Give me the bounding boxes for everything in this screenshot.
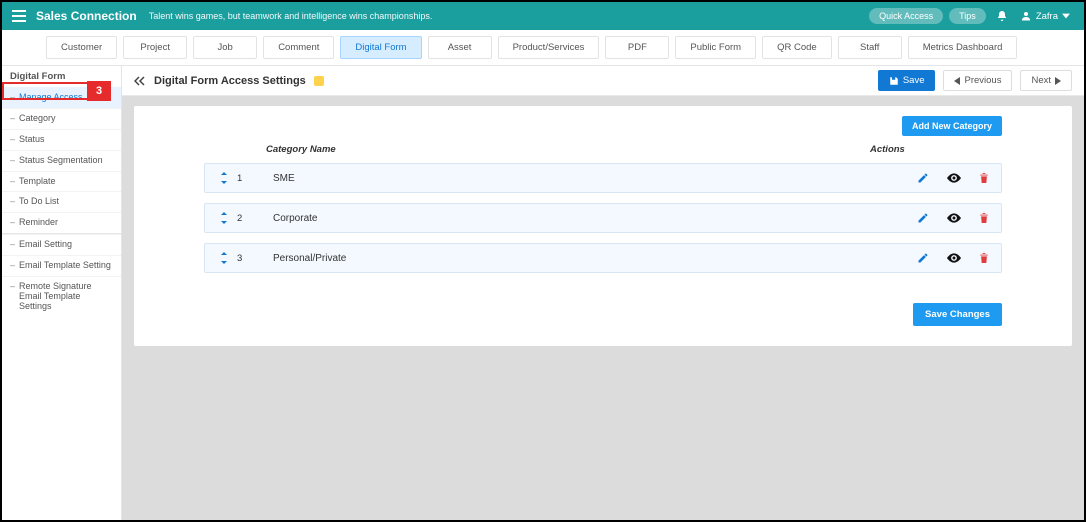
save-button-label: Save bbox=[903, 75, 925, 86]
tab-asset[interactable]: Asset bbox=[428, 36, 492, 59]
chevron-down-icon bbox=[1062, 11, 1074, 22]
brand-title: Sales Connection bbox=[36, 9, 137, 23]
row-name: SME bbox=[273, 173, 889, 184]
drag-handle-icon[interactable] bbox=[217, 252, 231, 264]
sidebar-item-template[interactable]: –Template bbox=[2, 171, 121, 192]
dash-icon: – bbox=[10, 177, 15, 187]
main-area: Digital Form Access Settings Save Previo… bbox=[122, 66, 1084, 520]
delete-icon[interactable] bbox=[979, 252, 989, 264]
sidebar-item-category[interactable]: –Category bbox=[2, 108, 121, 129]
collapse-sidebar-icon[interactable] bbox=[134, 75, 146, 87]
category-row: 1 SME bbox=[204, 163, 1002, 193]
dash-icon: – bbox=[10, 261, 15, 271]
tips-button[interactable]: Tips bbox=[949, 8, 986, 24]
dash-icon: – bbox=[10, 114, 15, 124]
visibility-icon[interactable] bbox=[947, 212, 961, 224]
edit-icon[interactable] bbox=[917, 172, 929, 184]
sidebar-item-label: Manage Access bbox=[19, 93, 83, 103]
quick-access-button[interactable]: Quick Access bbox=[869, 8, 943, 24]
user-menu[interactable]: Zafra bbox=[1020, 10, 1074, 22]
tab-qr-code[interactable]: QR Code bbox=[762, 36, 832, 59]
save-changes-button[interactable]: Save Changes bbox=[913, 303, 1002, 326]
sidebar-item-status[interactable]: –Status bbox=[2, 129, 121, 150]
next-button[interactable]: Next bbox=[1020, 70, 1072, 91]
tab-metrics-dashboard[interactable]: Metrics Dashboard bbox=[908, 36, 1018, 59]
tab-public-form[interactable]: Public Form bbox=[675, 36, 756, 59]
tab-job[interactable]: Job bbox=[193, 36, 257, 59]
dash-icon: – bbox=[10, 135, 15, 145]
dash-icon: – bbox=[10, 240, 15, 250]
sidebar-item-label: Category bbox=[19, 114, 56, 124]
sidebar-item-email-setting[interactable]: –Email Setting bbox=[2, 234, 121, 255]
info-badge-icon[interactable] bbox=[314, 76, 324, 86]
previous-label: Previous bbox=[964, 75, 1001, 86]
row-name: Personal/Private bbox=[273, 253, 889, 264]
column-header-name: Category Name bbox=[266, 144, 870, 155]
sidebar-item-label: Template bbox=[19, 177, 56, 187]
main-tabs: Customer Project Job Comment Digital Form Ass… bbox=[2, 30, 1084, 66]
dash-icon: – bbox=[10, 218, 15, 228]
notifications-icon[interactable] bbox=[996, 10, 1008, 22]
annotation-badge: 3 bbox=[87, 81, 111, 101]
tab-pdf[interactable]: PDF bbox=[605, 36, 669, 59]
edit-icon[interactable] bbox=[917, 212, 929, 224]
tab-comment[interactable]: Comment bbox=[263, 36, 334, 59]
tab-customer[interactable]: Customer bbox=[46, 36, 117, 59]
sidebar-item-label: Remote Signature Email Template Settings bbox=[19, 282, 115, 312]
sidebar-item-label: Email Setting bbox=[19, 240, 72, 250]
tagline-text: Talent wins games, but teamwork and inte… bbox=[149, 11, 433, 21]
sidebar-item-status-segmentation[interactable]: –Status Segmentation bbox=[2, 150, 121, 171]
drag-handle-icon[interactable] bbox=[217, 172, 231, 184]
sidebar-header: Digital Form bbox=[10, 71, 65, 82]
drag-handle-icon[interactable] bbox=[217, 212, 231, 224]
dash-icon: – bbox=[10, 197, 15, 207]
title-bar: Digital Form Access Settings Save Previo… bbox=[122, 66, 1084, 96]
visibility-icon[interactable] bbox=[947, 172, 961, 184]
content-panel: Add New Category Category Name Actions 1… bbox=[134, 106, 1072, 346]
delete-icon[interactable] bbox=[979, 172, 989, 184]
add-new-category-button[interactable]: Add New Category bbox=[902, 116, 1002, 136]
category-row: 3 Personal/Private bbox=[204, 243, 1002, 273]
sidebar-item-label: To Do List bbox=[19, 197, 59, 207]
sidebar-item-label: Status bbox=[19, 135, 45, 145]
delete-icon[interactable] bbox=[979, 212, 989, 224]
user-name-label: Zafra bbox=[1036, 11, 1058, 22]
menu-icon[interactable] bbox=[12, 10, 26, 22]
sidebar-item-email-template-setting[interactable]: –Email Template Setting bbox=[2, 255, 121, 276]
sidebar-item-label: Reminder bbox=[19, 218, 58, 228]
dash-icon: – bbox=[10, 93, 15, 103]
topbar: Sales Connection Talent wins games, but … bbox=[2, 2, 1084, 30]
row-name: Corporate bbox=[273, 213, 889, 224]
dash-icon: – bbox=[10, 156, 15, 166]
sidebar: Digital Form 3 –Manage Access–Category–S… bbox=[2, 66, 122, 520]
category-row: 2 Corporate bbox=[204, 203, 1002, 233]
sidebar-item-remote-signature-email-template-settings[interactable]: –Remote Signature Email Template Setting… bbox=[2, 276, 121, 317]
row-index: 2 bbox=[237, 213, 251, 224]
row-index: 3 bbox=[237, 253, 251, 264]
visibility-icon[interactable] bbox=[947, 252, 961, 264]
sidebar-item-to-do-list[interactable]: –To Do List bbox=[2, 191, 121, 212]
sidebar-item-reminder[interactable]: –Reminder bbox=[2, 212, 121, 233]
page-title: Digital Form Access Settings bbox=[154, 75, 306, 87]
edit-icon[interactable] bbox=[917, 252, 929, 264]
tab-product-services[interactable]: Product/Services bbox=[498, 36, 600, 59]
previous-button[interactable]: Previous bbox=[943, 70, 1012, 91]
sidebar-item-label: Status Segmentation bbox=[19, 156, 103, 166]
tab-project[interactable]: Project bbox=[123, 36, 187, 59]
tab-digital-form[interactable]: Digital Form bbox=[340, 36, 421, 59]
row-index: 1 bbox=[237, 173, 251, 184]
save-button[interactable]: Save bbox=[878, 70, 936, 91]
dash-icon: – bbox=[10, 282, 15, 312]
next-label: Next bbox=[1031, 75, 1051, 86]
tab-staff[interactable]: Staff bbox=[838, 36, 902, 59]
sidebar-item-label: Email Template Setting bbox=[19, 261, 111, 271]
column-header-actions: Actions bbox=[870, 144, 990, 155]
